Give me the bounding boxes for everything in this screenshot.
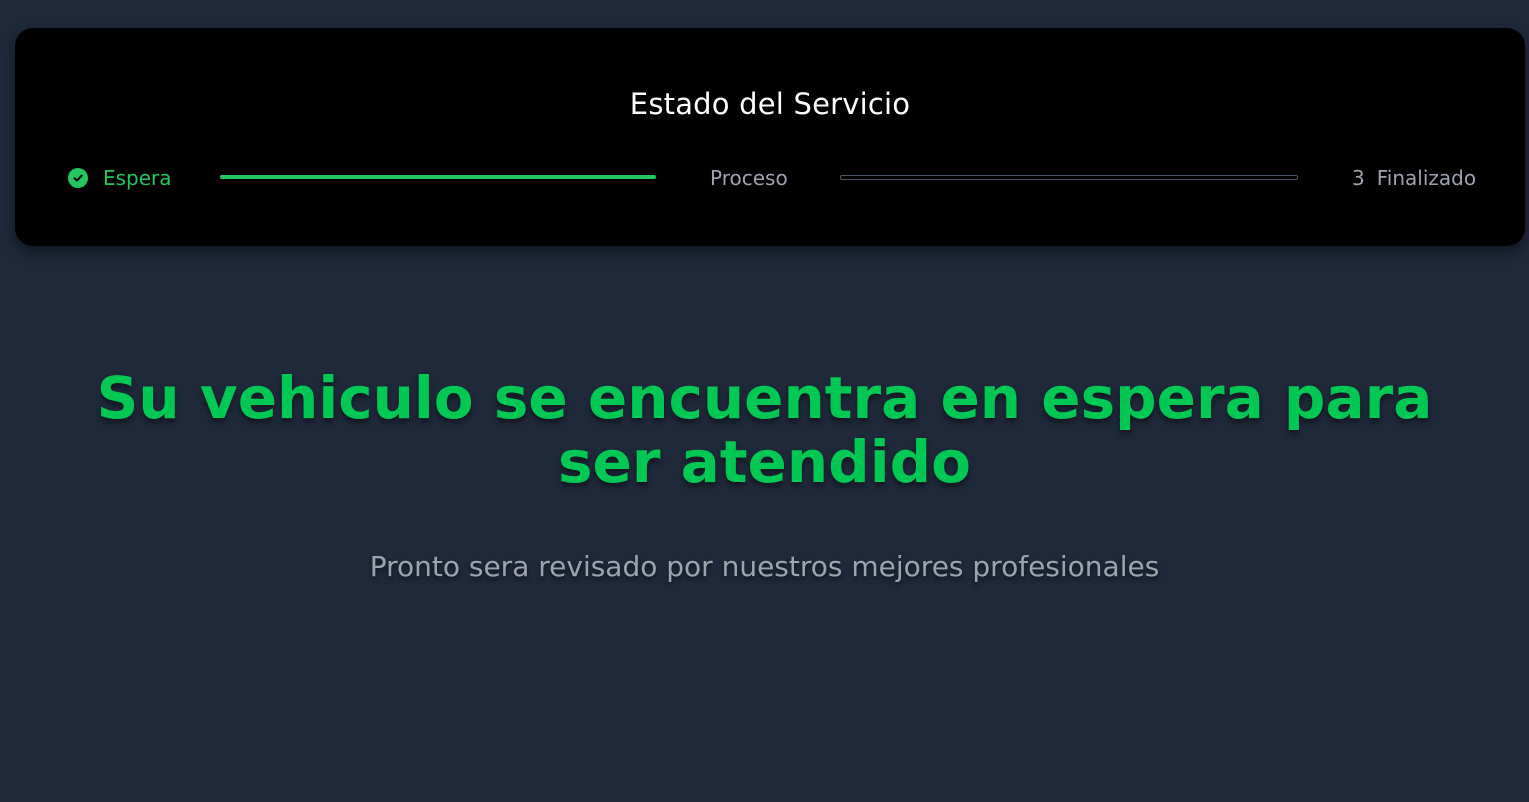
step-number: 3 <box>1352 166 1365 190</box>
service-status-card: Estado del Servicio Espera Proceso 3 Fin… <box>15 28 1525 246</box>
step-label-espera: Espera <box>103 166 172 190</box>
status-headline: Su vehiculo se encuentra en espera para … <box>96 364 1433 496</box>
step-label-proceso: Proceso <box>710 166 788 190</box>
check-circle-icon <box>68 168 88 188</box>
step-connector-pending <box>840 175 1298 180</box>
step-finalizado: 3 Finalizado <box>1352 164 1476 192</box>
card-title: Estado del Servicio <box>629 87 911 121</box>
step-label-finalizado: Finalizado <box>1376 166 1477 190</box>
step-espera: Espera <box>68 164 172 192</box>
status-subheadline: Pronto sera revisado por nuestros mejore… <box>369 550 1160 583</box>
step-connector-completed <box>220 175 656 179</box>
step-proceso: Proceso <box>710 164 788 192</box>
